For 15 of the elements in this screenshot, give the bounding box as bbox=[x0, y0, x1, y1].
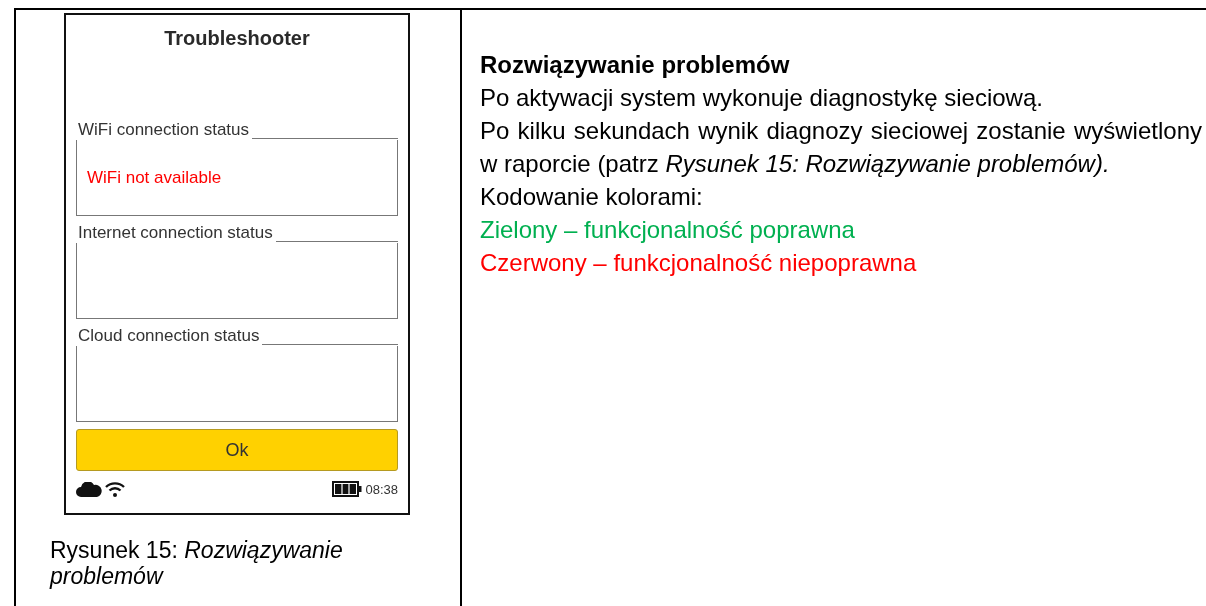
section-heading: Rozwiązywanie problemów bbox=[480, 50, 791, 80]
paragraph: Po kilku sekundach wynik diagnozy sieciowej zostanie wyświetlony w raporcie (patrz Rysunek 15: Rozwiązywanie problemów). bbox=[480, 116, 1202, 179]
battery-icon bbox=[332, 481, 363, 497]
legend-line: Czerwony – funkcjonalność niepoprawna bbox=[480, 248, 918, 278]
paragraph: Kodowanie kolorami: bbox=[480, 182, 704, 212]
figure-caption: Rysunek 15: Rozwiązywanie problemów bbox=[50, 537, 344, 589]
ok-button[interactable]: Ok bbox=[76, 429, 398, 471]
group-label: Cloud connection status bbox=[77, 326, 261, 346]
legend-line: Zielony – funkcjonalność poprawna bbox=[480, 215, 856, 245]
clock-time: 08:38 bbox=[365, 481, 398, 497]
status-message: WiFi not available bbox=[87, 167, 222, 188]
group-label: Internet connection status bbox=[77, 223, 274, 243]
paragraph: Po aktywacji system wykonuje diagnostykę sieciową. bbox=[480, 83, 1044, 113]
screen-title: Troubleshooter bbox=[163, 27, 311, 50]
group-label: WiFi connection status bbox=[77, 120, 250, 140]
